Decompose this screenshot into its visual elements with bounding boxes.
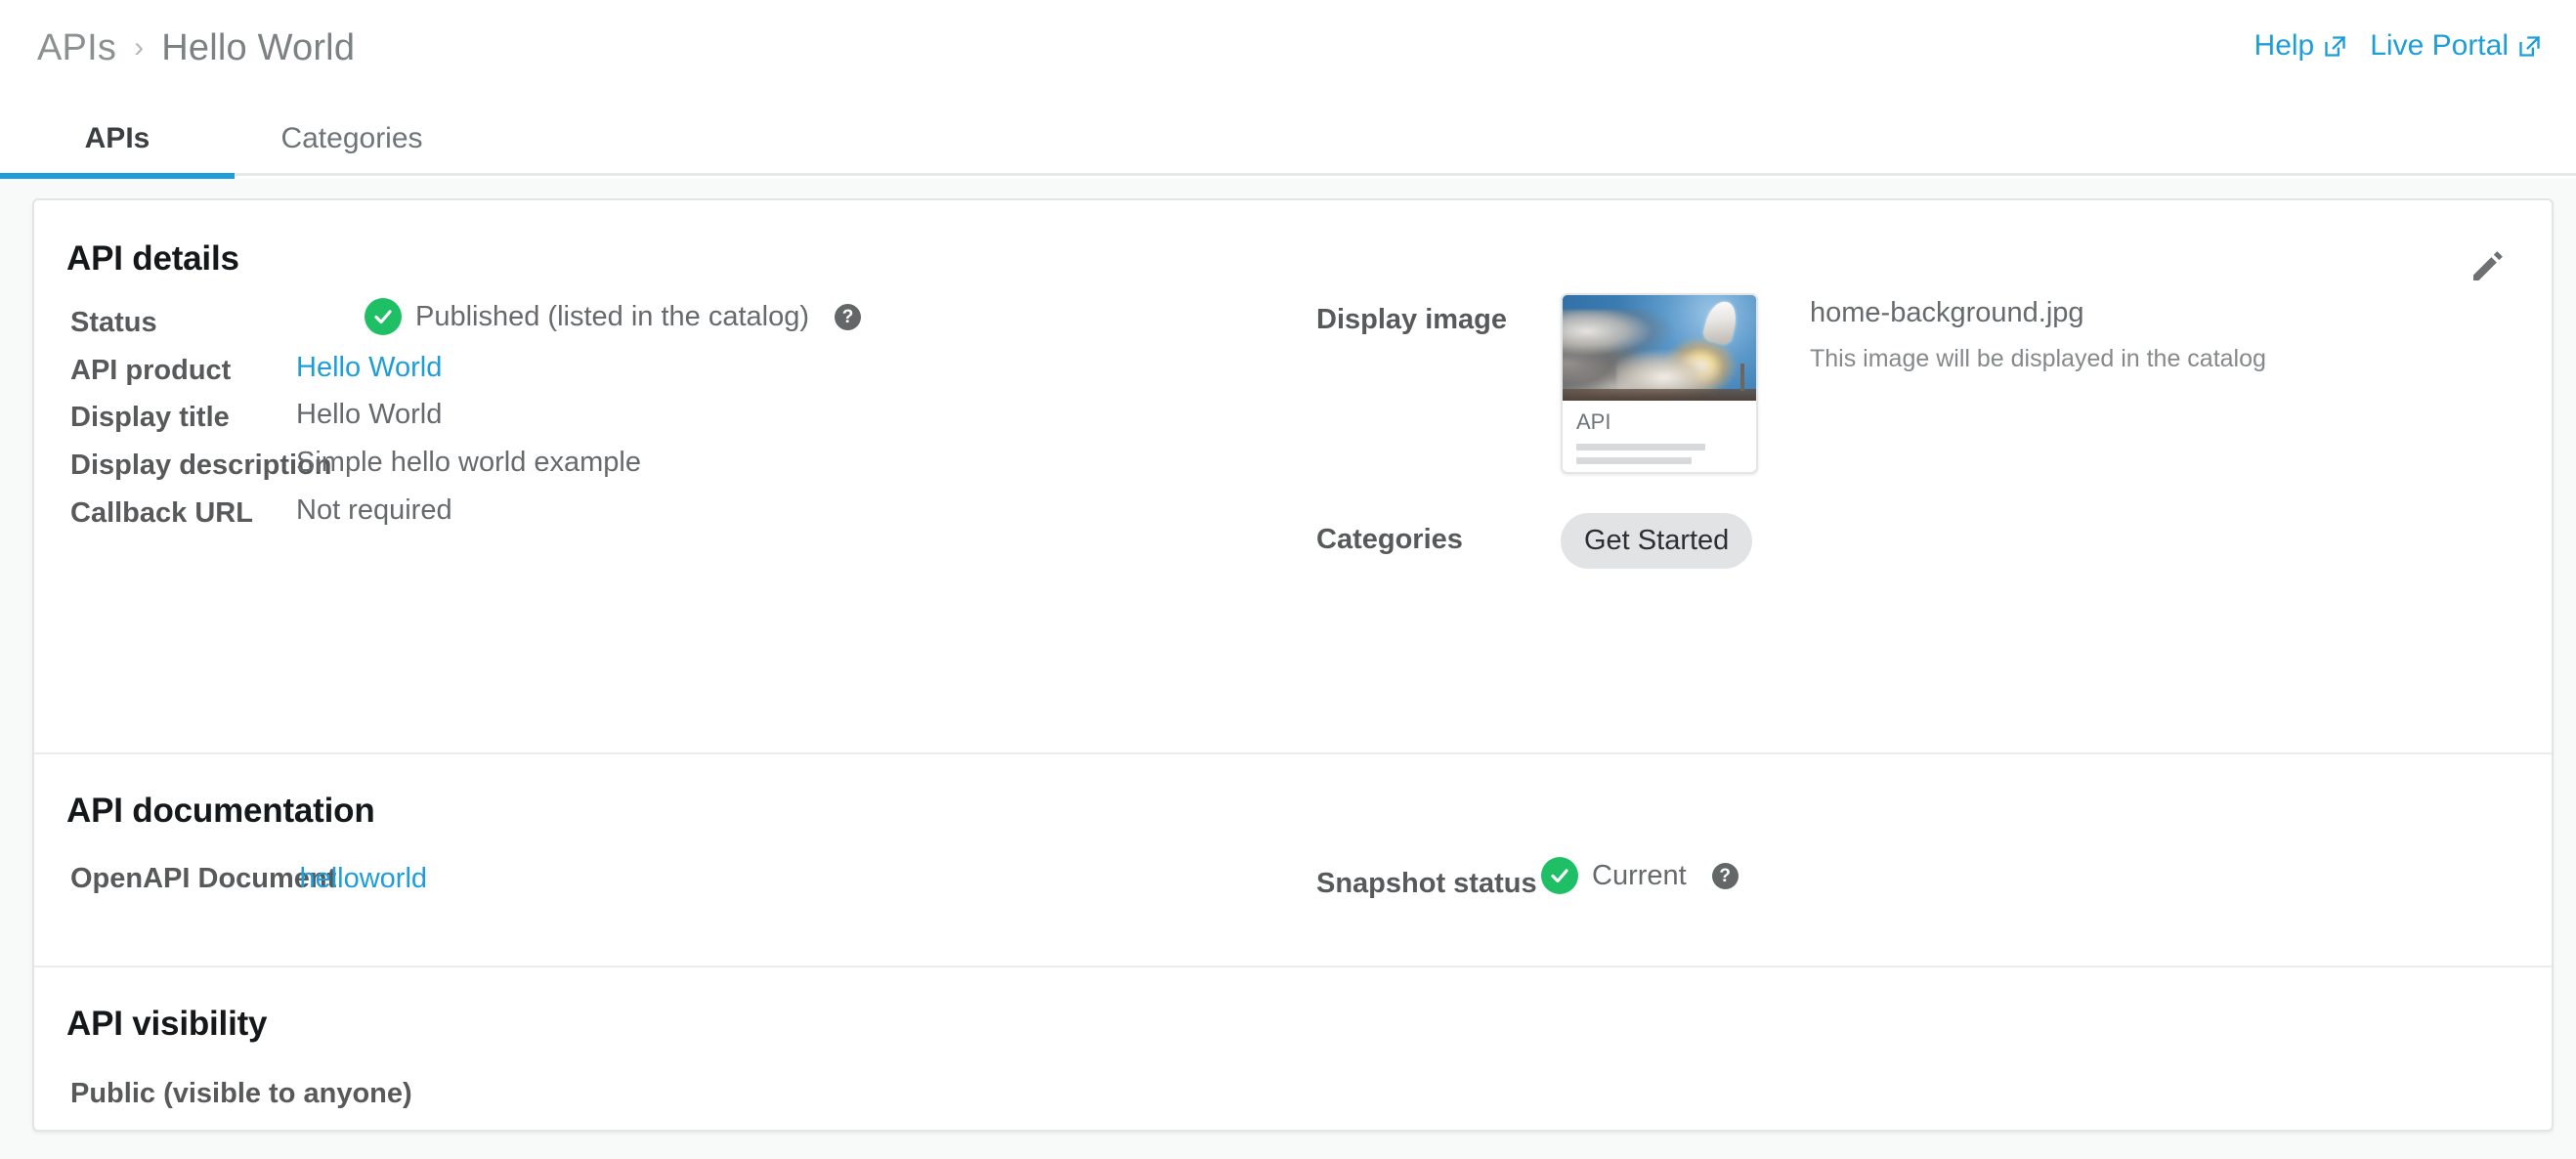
top-links: Help Live Portal bbox=[2254, 29, 2543, 63]
check-circle-icon bbox=[365, 298, 402, 335]
api-documentation-section: API documentation OpenAPI Document hello… bbox=[34, 752, 2552, 966]
rocket-launch-photo bbox=[1563, 295, 1756, 401]
tab-apis-label: APIs bbox=[84, 122, 150, 154]
tab-categories[interactable]: Categories bbox=[235, 109, 469, 176]
status-value-group: Published (listed in the catalog) ? bbox=[365, 298, 862, 335]
top-bar: APIs › Hello World Help Live Portal bbox=[0, 0, 2576, 112]
row-display-title-value: Hello World bbox=[296, 399, 443, 430]
row-display-description-label: Display description bbox=[70, 450, 332, 481]
external-link-icon bbox=[2322, 33, 2348, 60]
row-api-product-label: API product bbox=[70, 355, 232, 386]
api-detail-card: API details Status Published (listed in … bbox=[32, 198, 2554, 1132]
tab-bar: APIs Categories bbox=[0, 109, 2576, 179]
thumbnail-placeholder-bar bbox=[1576, 444, 1705, 451]
question-mark-icon[interactable]: ? bbox=[835, 303, 862, 330]
api-details-section: API details Status Published (listed in … bbox=[34, 200, 2552, 752]
tab-apis[interactable]: APIs bbox=[0, 109, 235, 179]
display-image-meta: home-background.jpg This image will be d… bbox=[1810, 299, 2494, 371]
help-link-label: Help bbox=[2254, 29, 2315, 62]
external-link-icon bbox=[2516, 33, 2543, 60]
row-callback-url-label: Callback URL bbox=[70, 497, 253, 529]
openapi-document-link[interactable]: helloworld bbox=[299, 865, 427, 893]
api-visibility-section: API visibility Public (visible to anyone… bbox=[34, 966, 2552, 1130]
check-circle-icon bbox=[1541, 857, 1578, 894]
pencil-icon bbox=[2468, 247, 2507, 286]
row-categories-label: Categories bbox=[1316, 524, 1463, 555]
edit-button[interactable] bbox=[2460, 239, 2514, 294]
snapshot-status-value-group: Current ? bbox=[1541, 857, 1739, 894]
row-status-value: Published (listed in the catalog) bbox=[415, 300, 810, 332]
api-visibility-value: Public (visible to anyone) bbox=[70, 1078, 412, 1109]
category-chip-get-started[interactable]: Get Started bbox=[1561, 513, 1753, 569]
row-snapshot-status: Snapshot status Current ? bbox=[1316, 857, 1739, 902]
thumbnail-placeholder-bar bbox=[1576, 457, 1692, 464]
row-status-label: Status bbox=[70, 307, 157, 338]
row-display-description-value: Simple hello world example bbox=[296, 447, 641, 478]
thumbnail-title: API bbox=[1576, 409, 1611, 434]
api-details-page: APIs › Hello World Help Live Portal APIs… bbox=[0, 0, 2576, 1159]
display-image-thumbnail[interactable]: API bbox=[1561, 293, 1758, 474]
api-details-title: API details bbox=[66, 239, 239, 278]
row-openapi-document: OpenAPI Document helloworld bbox=[70, 865, 427, 893]
row-snapshot-status-label: Snapshot status bbox=[1316, 867, 1537, 899]
live-portal-link[interactable]: Live Portal bbox=[2370, 29, 2543, 63]
display-image-hint: This image will be displayed in the cata… bbox=[1810, 345, 2266, 372]
api-documentation-title: API documentation bbox=[66, 792, 375, 830]
chevron-right-icon: › bbox=[134, 30, 145, 64]
page-body: API details Status Published (listed in … bbox=[0, 179, 2576, 1159]
api-product-link[interactable]: Hello World bbox=[296, 354, 442, 382]
display-image-filename: home-background.jpg bbox=[1810, 297, 2084, 328]
row-snapshot-status-value: Current bbox=[1592, 859, 1687, 891]
breadcrumb-current: Hello World bbox=[161, 27, 356, 68]
breadcrumb-root-link[interactable]: APIs bbox=[37, 27, 116, 69]
breadcrumb: APIs › Hello World bbox=[37, 27, 355, 69]
live-portal-link-label: Live Portal bbox=[2370, 29, 2509, 62]
row-display-image-label: Display image bbox=[1316, 304, 1508, 335]
api-visibility-title: API visibility bbox=[66, 1005, 268, 1043]
help-link[interactable]: Help bbox=[2254, 29, 2349, 63]
row-openapi-document-label: OpenAPI Document bbox=[70, 863, 337, 894]
row-display-title-label: Display title bbox=[70, 402, 230, 433]
row-callback-url-value: Not required bbox=[296, 494, 452, 526]
tab-categories-label: Categories bbox=[280, 122, 423, 154]
question-mark-icon[interactable]: ? bbox=[1711, 862, 1739, 889]
thumbnail-meta: API bbox=[1563, 401, 1756, 464]
